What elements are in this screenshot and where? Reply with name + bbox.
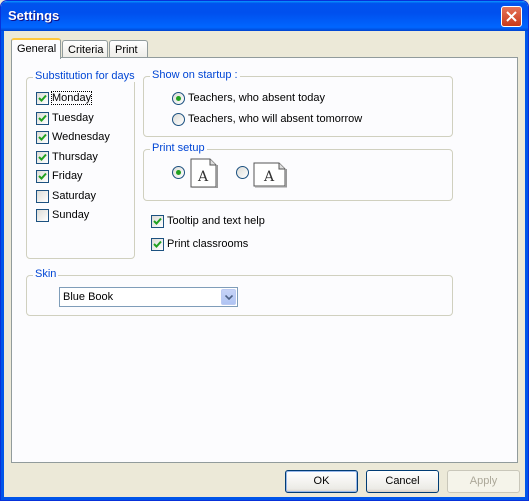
landscape-page-icon[interactable]: A	[252, 158, 288, 188]
checkbox-label: Friday	[52, 170, 83, 182]
svg-text:A: A	[263, 169, 275, 185]
window-title: Settings	[8, 8, 60, 23]
cancel-button[interactable]: Cancel	[366, 470, 439, 493]
checkbox-label: Thursday	[52, 151, 98, 163]
tooltip-checkbox[interactable]	[151, 215, 164, 228]
checkbox-label: Tuesday	[52, 112, 94, 124]
portrait-page-icon[interactable]: A	[189, 158, 219, 188]
settings-window: Settings General Criteria Print Substitu…	[0, 0, 529, 501]
thursday-checkbox[interactable]	[36, 151, 49, 164]
tuesday-checkbox[interactable]	[36, 112, 49, 125]
title-bar[interactable]: Settings	[1, 1, 528, 31]
group-label: Skin	[33, 268, 59, 280]
checkbox-label: Print classrooms	[167, 238, 249, 250]
absent-tomorrow-radio[interactable]	[172, 113, 185, 126]
checkbox-label: Monday	[50, 91, 93, 105]
checkbox-label: Wednesday	[52, 131, 110, 143]
close-icon	[506, 11, 517, 22]
wednesday-checkbox[interactable]	[36, 131, 49, 144]
group-label: Show on startup :	[150, 69, 240, 81]
radio-label: Teachers, who will absent tomorrow	[188, 113, 363, 125]
apply-button[interactable]: Apply	[447, 470, 520, 493]
dropdown-arrow-button[interactable]	[221, 289, 236, 305]
absent-today-radio[interactable]	[172, 92, 185, 105]
skin-selected-value: Blue Book	[63, 291, 114, 303]
ok-button[interactable]: OK	[285, 470, 358, 493]
saturday-checkbox[interactable]	[36, 190, 49, 203]
sunday-checkbox[interactable]	[36, 209, 49, 222]
show-on-startup-group: Show on startup :	[143, 69, 453, 137]
close-button[interactable]	[501, 6, 522, 27]
landscape-radio[interactable]	[236, 166, 249, 179]
print-classrooms-checkbox[interactable]	[151, 238, 164, 251]
portrait-radio[interactable]	[172, 166, 185, 179]
group-label: Substitution for days	[33, 70, 137, 82]
friday-checkbox[interactable]	[36, 170, 49, 183]
group-label: Print setup	[150, 142, 207, 154]
chevron-down-icon	[225, 295, 233, 300]
svg-text:A: A	[197, 169, 209, 185]
tab-label: Print	[115, 44, 138, 56]
monday-checkbox[interactable]	[36, 92, 49, 105]
radio-label: Teachers, who absent today	[188, 92, 325, 104]
tab-label: General	[17, 43, 57, 55]
checkbox-label: Sunday	[52, 209, 90, 221]
tab-label: Criteria	[68, 44, 104, 56]
checkbox-label: Saturday	[52, 190, 97, 202]
skin-dropdown[interactable]: Blue Book	[59, 287, 238, 307]
tab-general[interactable]: General	[11, 38, 61, 59]
checkbox-label: Tooltip and text help	[167, 215, 265, 227]
